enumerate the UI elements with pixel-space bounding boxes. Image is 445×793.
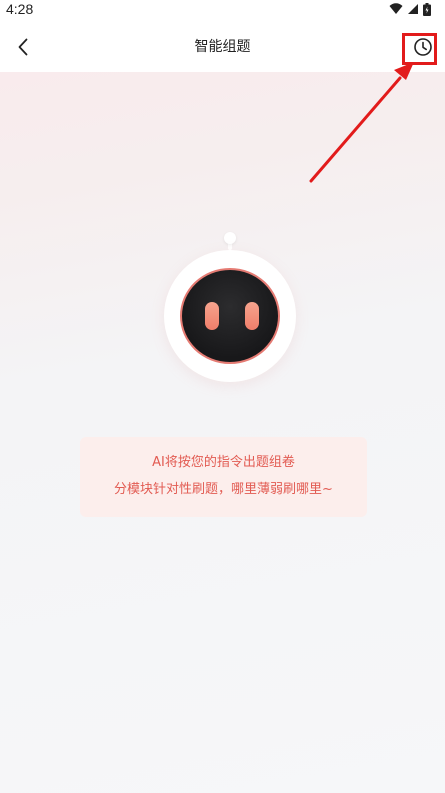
intro-line-2: 分模块针对性刷题，哪里薄弱刷哪里~ <box>114 482 333 497</box>
intro-message: AI将按您的指令出题组卷 分模块针对性刷题，哪里薄弱刷哪里~ <box>80 437 367 517</box>
robot-eye-left <box>205 302 219 330</box>
status-time: 4:28 <box>6 1 34 17</box>
status-icons <box>389 2 431 16</box>
clock-icon <box>414 38 432 56</box>
battery-icon <box>423 2 431 16</box>
robot-face <box>180 268 280 364</box>
robot-head <box>164 250 296 382</box>
intro-line-1: AI将按您的指令出题组卷 <box>152 455 295 470</box>
annotation-arrow <box>309 62 414 183</box>
robot-eye-right <box>245 302 259 330</box>
robot-mascot <box>160 232 300 392</box>
nav-bar: 智能组题 <box>0 22 445 72</box>
history-button[interactable] <box>411 35 435 59</box>
signal-icon <box>408 4 418 14</box>
wifi-icon <box>389 3 403 15</box>
status-bar: 4:28 <box>0 0 445 22</box>
robot-antenna <box>224 232 236 244</box>
page-title: 智能组题 <box>194 39 251 55</box>
